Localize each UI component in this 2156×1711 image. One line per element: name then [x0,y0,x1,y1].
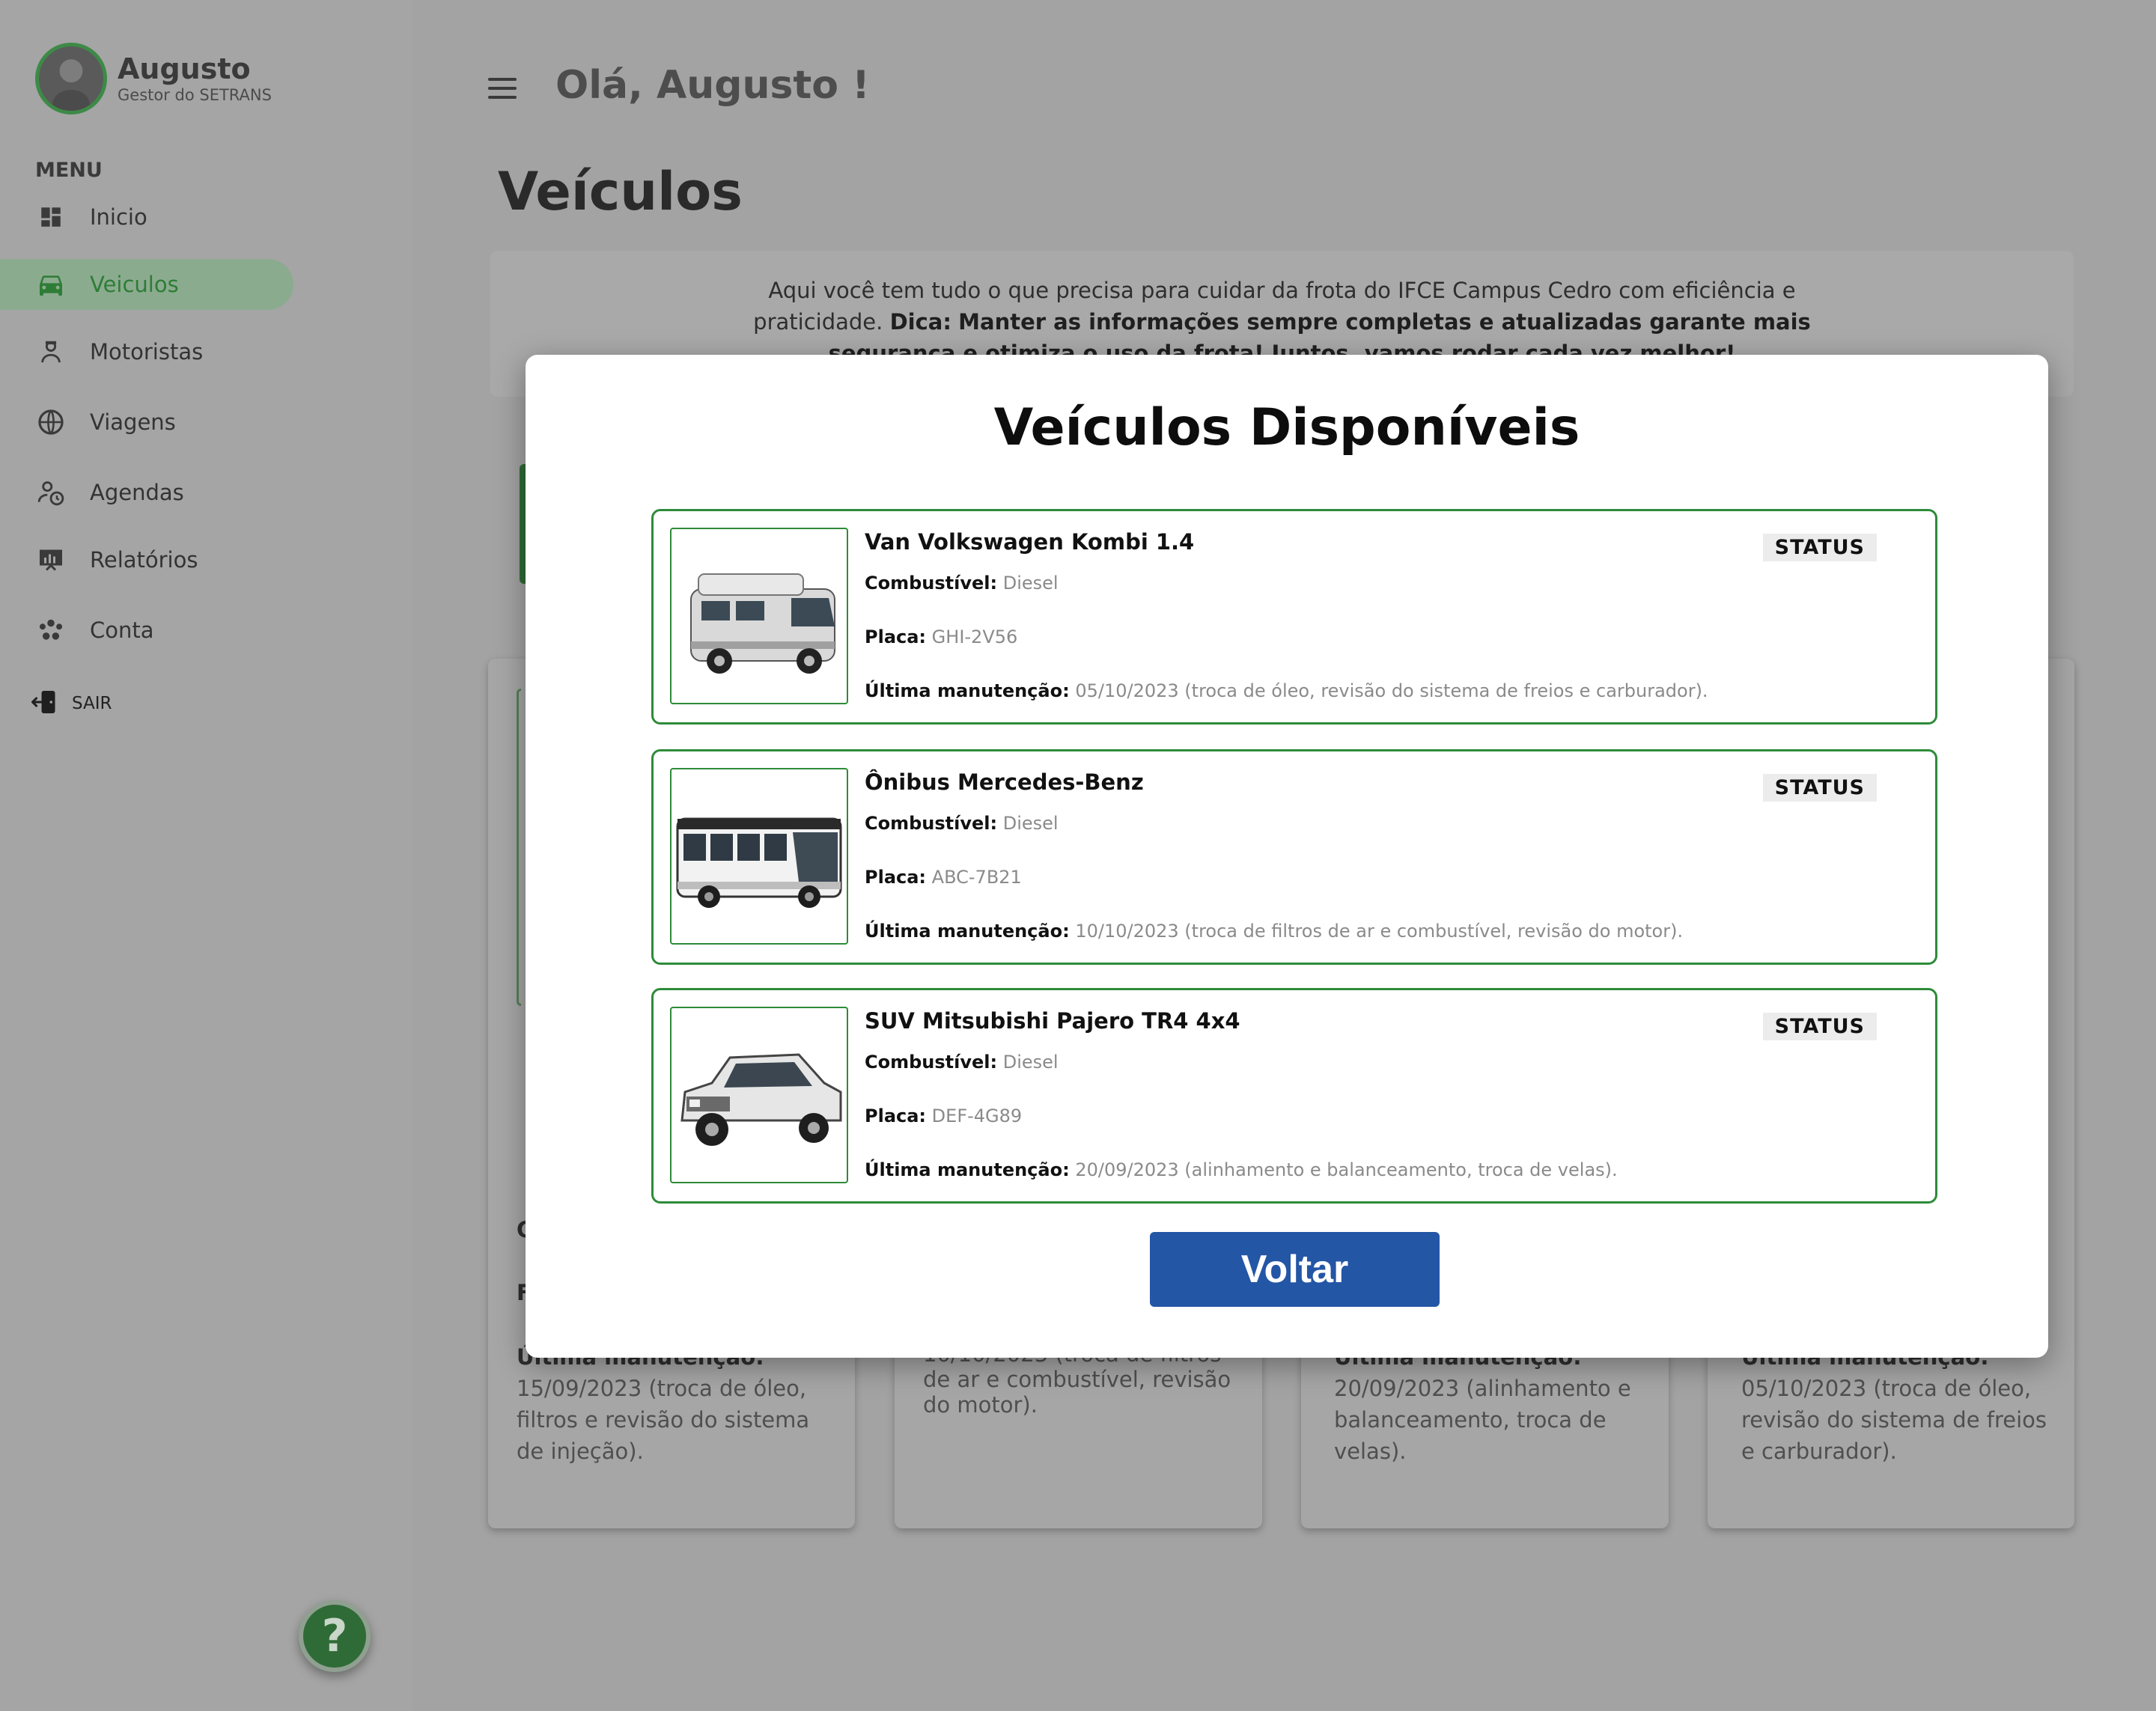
background-card-maintenance: Última manutenção: 05/10/2023 (troca de … [1741,1341,2056,1467]
profile-name: Augusto [118,52,251,85]
sidebar-item-veiculos[interactable]: Veiculos [0,259,293,310]
avatar [35,43,107,115]
menu-toggle-icon[interactable] [488,78,517,99]
back-button[interactable]: Voltar [1150,1232,1440,1307]
logout-button[interactable]: SAIR [31,689,112,719]
status-badge: STATUS [1762,1013,1877,1040]
available-vehicles-modal: Veículos Disponíveis Van Volkswagen Komb… [526,355,2048,1358]
maintenance-text: 15/09/2023 (troca de óleo, filtros e rev… [517,1376,810,1464]
dashboard-icon [36,202,66,232]
fuel-label: Combustível: [865,1052,998,1073]
vehicle-plate: Placa: GHI-2V56 [865,626,1017,647]
suv-image [670,1007,848,1183]
greeting: Olá, Augusto ! [555,63,870,108]
plate-label: Placa: [865,867,927,888]
page-title: Veículos [498,161,743,222]
modal-title: Veículos Disponíveis [993,398,1580,457]
maintenance-label: Última manutenção: [865,1159,1070,1180]
vehicle-maintenance: Última manutenção: 05/10/2023 (troca de … [865,680,1708,701]
plate-label: Placa: [865,626,927,647]
plate-value: GHI-2V56 [931,626,1018,647]
background-card-image-frame [517,689,521,1006]
help-button[interactable]: ? [299,1600,371,1672]
vehicle-name: Ônibus Mercedes-Benz [865,769,1144,795]
maintenance-label: Última manutenção: [865,680,1070,701]
report-icon [36,545,66,575]
sidebar-item-agendas[interactable]: Agendas [0,467,293,518]
logout-label: SAIR [72,694,112,713]
maintenance-text: 05/10/2023 (troca de óleo, revisão do si… [1741,1376,2047,1464]
account-icon [36,615,66,645]
sidebar-item-label: Agendas [90,480,184,505]
plate-value: DEF-4G89 [931,1105,1023,1126]
fuel-value: Diesel [1002,1052,1059,1073]
driver-icon [36,337,66,367]
vehicle-maintenance: Última manutenção: 20/09/2023 (alinhamen… [865,1159,1618,1180]
sidebar: Augusto Gestor do SETRANS MENU Inicio Ve… [0,0,412,1711]
vehicle-fuel: Combustível: Diesel [865,573,1059,594]
schedule-icon [36,478,66,507]
menu-title: MENU [35,159,103,182]
sidebar-item-label: Inicio [90,204,147,230]
maintenance-label: Última manutenção: [865,921,1070,942]
maintenance-value: 10/10/2023 (troca de filtros de ar e com… [1075,921,1684,942]
vehicle-card[interactable]: Van Volkswagen Kombi 1.4 Combustível: Di… [651,509,1937,725]
van-image [670,528,848,704]
plate-label: Placa: [865,1105,927,1126]
sidebar-item-viagens[interactable]: Viagens [0,397,293,448]
fuel-value: Diesel [1002,573,1059,594]
vehicle-name: Van Volkswagen Kombi 1.4 [865,529,1195,555]
status-badge: STATUS [1762,774,1877,802]
maintenance-value: 20/09/2023 (alinhamento e balanceamento,… [1075,1159,1618,1180]
sidebar-item-motoristas[interactable]: Motoristas [0,326,293,377]
maintenance-value: 05/10/2023 (troca de óleo, revisão do si… [1075,680,1708,701]
status-badge: STATUS [1762,534,1877,561]
background-card-maintenance: Última manutenção: 20/09/2023 (alinhamen… [1334,1341,1648,1467]
fuel-label: Combustível: [865,573,998,594]
sidebar-item-conta[interactable]: Conta [0,605,293,656]
vehicle-plate: Placa: DEF-4G89 [865,1105,1022,1126]
vehicle-card[interactable]: SUV Mitsubishi Pajero TR4 4x4 Combustíve… [651,988,1937,1204]
vehicle-fuel: Combustível: Diesel [865,1052,1059,1073]
sidebar-item-label: Veiculos [90,272,179,297]
vehicle-name: SUV Mitsubishi Pajero TR4 4x4 [865,1008,1240,1034]
car-icon [36,269,66,299]
plate-value: ABC-7B21 [931,867,1022,888]
logout-icon [31,689,58,719]
background-card-maintenance: Última manutenção: 15/09/2023 (troca de … [517,1341,831,1467]
sidebar-item-label: Conta [90,617,154,643]
sidebar-item-label: Viagens [90,409,176,435]
sidebar-item-inicio[interactable]: Inicio [0,192,293,243]
vehicle-fuel: Combustível: Diesel [865,813,1059,834]
fuel-label: Combustível: [865,813,998,834]
vehicle-maintenance: Última manutenção: 10/10/2023 (troca de … [865,921,1683,942]
bus-image [670,768,848,945]
globe-icon [36,407,66,437]
sidebar-item-label: Relatórios [90,547,198,573]
sidebar-item-label: Motoristas [90,339,204,365]
maintenance-text: 20/09/2023 (alinhamento e balanceamento,… [1334,1376,1631,1464]
intro-tip-label: Dica: [889,309,951,335]
sidebar-item-relatorios[interactable]: Relatórios [0,534,293,585]
profile-role: Gestor do SETRANS [118,86,272,104]
vehicle-card[interactable]: Ônibus Mercedes-Benz Combustível: Diesel… [651,749,1937,965]
vehicle-plate: Placa: ABC-7B21 [865,867,1022,888]
fuel-value: Diesel [1002,813,1059,834]
user-profile[interactable]: Augusto Gestor do SETRANS [35,43,272,115]
